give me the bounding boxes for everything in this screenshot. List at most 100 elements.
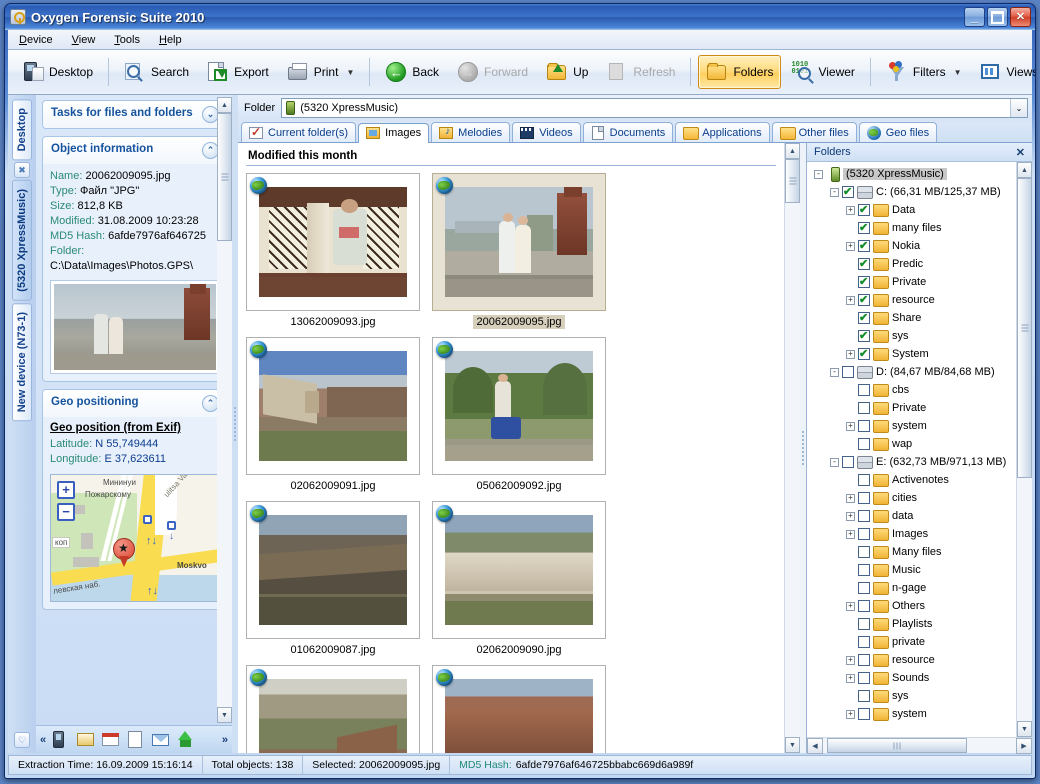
tree-checkbox[interactable]: [858, 384, 870, 396]
tree-node[interactable]: Private: [811, 399, 1016, 417]
thumbnail-frame[interactable]: [246, 501, 420, 639]
toolbar-print-button[interactable]: Print ▼: [279, 55, 363, 89]
tree-node[interactable]: many files: [811, 219, 1016, 237]
tree-collapse-icon[interactable]: -: [830, 187, 839, 197]
tree-collapse-icon[interactable]: -: [814, 169, 823, 179]
filters-dropdown-arrow-icon[interactable]: ▼: [954, 68, 962, 77]
tree-checkbox[interactable]: [858, 329, 870, 342]
tree-checkbox[interactable]: [858, 221, 870, 234]
collapse-left-button[interactable]: «: [40, 734, 46, 746]
tasks-panel-header[interactable]: Tasks for files and folders ⌄: [43, 101, 227, 128]
folders-splitter[interactable]: [800, 143, 806, 753]
close-icon[interactable]: ✕: [1013, 146, 1028, 159]
tree-node[interactable]: + cities: [811, 489, 1016, 507]
device-info-icon[interactable]: [51, 730, 71, 749]
toolbar-viewer-button[interactable]: 10100101 Viewer: [783, 55, 862, 89]
folder-combobox[interactable]: (5320 XpressMusic) ⌄: [281, 98, 1028, 118]
sidebar-item-desktop[interactable]: Desktop: [12, 99, 32, 161]
toolbar-back-button[interactable]: ← Back: [377, 55, 447, 89]
minimize-button[interactable]: _: [964, 7, 985, 27]
tree-node[interactable]: Many files: [811, 543, 1016, 561]
tree-node[interactable]: Private: [811, 273, 1016, 291]
tree-node[interactable]: private: [811, 633, 1016, 651]
scroll-track[interactable]: [1017, 178, 1032, 721]
tree-expand-icon[interactable]: +: [846, 493, 855, 503]
scroll-track[interactable]: [217, 113, 232, 707]
tree-checkbox[interactable]: [858, 347, 870, 360]
toolbar-search-button[interactable]: Search: [116, 55, 197, 89]
tree-checkbox[interactable]: [858, 690, 870, 702]
sidebar-item-5320-xpressmusic[interactable]: (5320 XpressMusic): [12, 180, 32, 302]
tree-checkbox[interactable]: [858, 510, 870, 522]
tree-node[interactable]: + System: [811, 345, 1016, 363]
thumbnail-cell[interactable]: 13062009093.jpg: [246, 173, 420, 329]
tree-checkbox[interactable]: [858, 708, 870, 720]
folders-tree-scrollbar[interactable]: ▲ ▼: [1016, 162, 1032, 737]
tree-node[interactable]: sys: [811, 327, 1016, 345]
thumbnail-frame[interactable]: [246, 665, 420, 753]
tree-expand-icon[interactable]: +: [846, 511, 855, 521]
thumbnail-frame[interactable]: [246, 337, 420, 475]
tree-node[interactable]: + Others: [811, 597, 1016, 615]
tree-node[interactable]: + resource: [811, 291, 1016, 309]
tree-expand-icon[interactable]: +: [846, 349, 855, 359]
tree-node[interactable]: - D: (84,67 MB/84,68 MB): [811, 363, 1016, 381]
tree-checkbox[interactable]: [858, 438, 870, 450]
tree-expand-icon[interactable]: +: [846, 673, 855, 683]
toolbar-folders-button[interactable]: Folders: [698, 55, 782, 89]
chevron-down-icon[interactable]: ⌄: [1010, 99, 1027, 117]
tab-images[interactable]: Images: [358, 123, 430, 143]
tree-expand-icon[interactable]: +: [846, 655, 855, 665]
scroll-thumb[interactable]: [827, 738, 967, 753]
scroll-thumb[interactable]: [1017, 178, 1032, 478]
map-zoom-out-button[interactable]: −: [57, 503, 75, 521]
tree-checkbox[interactable]: [858, 239, 870, 252]
tree-expand-icon[interactable]: +: [846, 709, 855, 719]
contacts-book-icon[interactable]: [76, 731, 96, 749]
left-panel-scrollbar[interactable]: ▲ ▼: [217, 97, 232, 723]
folders-tree-hscrollbar[interactable]: ◀ ▶: [807, 737, 1032, 754]
tree-expand-icon[interactable]: +: [846, 205, 855, 215]
expand-right-button[interactable]: »: [222, 734, 228, 746]
file-browser-icon[interactable]: [176, 730, 196, 749]
thumbnail-frame[interactable]: [432, 337, 606, 475]
favorites-heart-icon[interactable]: ♡: [14, 732, 30, 748]
scroll-up-button[interactable]: ▲: [1017, 162, 1032, 178]
tree-checkbox[interactable]: [858, 492, 870, 504]
tree-checkbox[interactable]: [858, 275, 870, 288]
tree-checkbox[interactable]: [858, 528, 870, 540]
tree-expand-icon[interactable]: +: [846, 421, 855, 431]
thumbnail-scrollbar[interactable]: ▲ ▼: [784, 143, 800, 753]
tree-checkbox[interactable]: [858, 600, 870, 612]
scroll-right-button[interactable]: ▶: [1016, 738, 1032, 754]
tree-node[interactable]: Predic: [811, 255, 1016, 273]
tree-node[interactable]: + Images: [811, 525, 1016, 543]
tree-node[interactable]: + Sounds: [811, 669, 1016, 687]
tree-node[interactable]: - C: (66,31 MB/125,37 MB): [811, 183, 1016, 201]
tree-node[interactable]: + Data: [811, 201, 1016, 219]
scroll-track[interactable]: [823, 738, 1016, 753]
tree-node[interactable]: sys: [811, 687, 1016, 705]
thumbnail-frame-selected[interactable]: [432, 173, 606, 311]
map-zoom-in-button[interactable]: +: [57, 481, 75, 499]
tab-current-folders[interactable]: ✓ Current folder(s): [241, 122, 357, 142]
tree-node[interactable]: + data: [811, 507, 1016, 525]
menu-item-tools[interactable]: Tools: [112, 32, 142, 48]
tree-node[interactable]: + resource: [811, 651, 1016, 669]
maximize-button[interactable]: [987, 7, 1008, 27]
tree-checkbox[interactable]: [858, 311, 870, 324]
thumbnail-cell[interactable]: 02062009091.jpg: [246, 337, 420, 493]
calendar-icon[interactable]: [101, 731, 121, 749]
geo-panel-header[interactable]: Geo positioning ⌃: [43, 390, 227, 417]
tab-applications[interactable]: Applications: [675, 122, 770, 142]
tree-checkbox[interactable]: [858, 618, 870, 630]
scroll-left-button[interactable]: ◀: [807, 738, 823, 754]
close-device-icon[interactable]: ✖: [14, 162, 30, 179]
scroll-down-button[interactable]: ▼: [1017, 721, 1032, 737]
geo-minimap[interactable]: ↑↓ ↑↓ ↓ Мининуи Пожарскому ulitsa Var...…: [50, 474, 220, 602]
tree-checkbox[interactable]: [858, 672, 870, 684]
tree-checkbox[interactable]: [842, 366, 854, 378]
tree-expand-icon[interactable]: +: [846, 295, 855, 305]
tree-node[interactable]: wap: [811, 435, 1016, 453]
tree-checkbox[interactable]: [842, 456, 854, 468]
